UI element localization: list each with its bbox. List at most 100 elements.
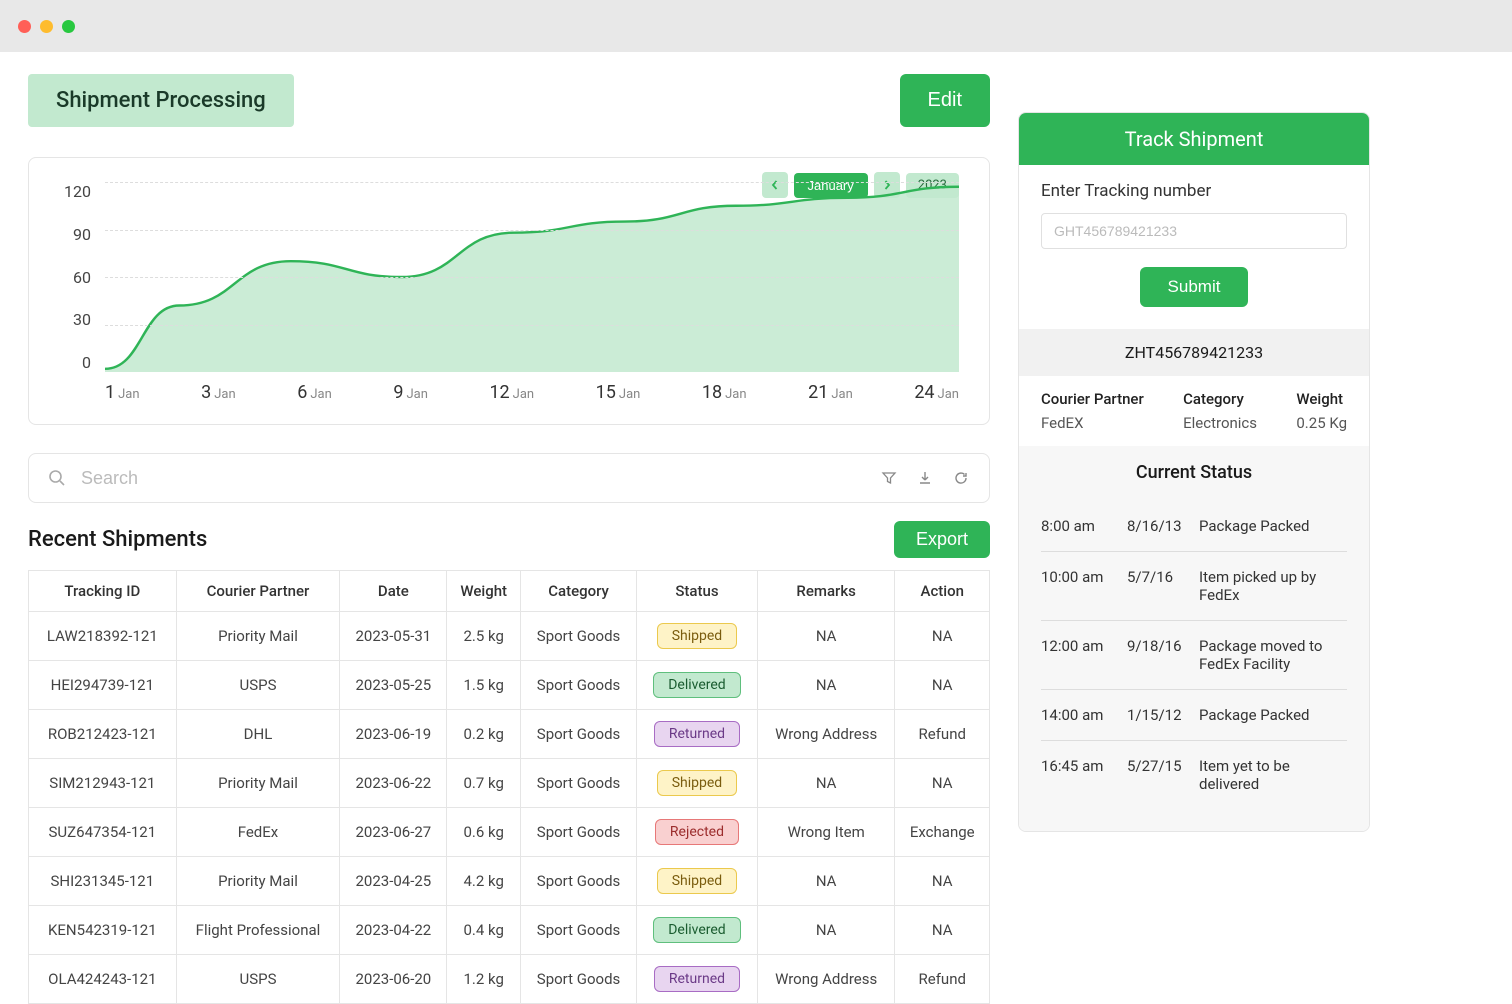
table-cell: 2023-04-22 [340, 906, 447, 955]
table-cell: SHI231345-121 [29, 857, 177, 906]
meta-category-value: Electronics [1183, 414, 1257, 432]
refresh-icon[interactable] [949, 466, 973, 490]
table-cell: LAW218392-121 [29, 612, 177, 661]
table-cell: DHL [176, 710, 340, 759]
status-badge: Returned [654, 966, 740, 992]
table-cell: 0.6 kg [447, 808, 521, 857]
status-row: 14:00 am1/15/12Package Packed [1041, 690, 1347, 741]
download-icon[interactable] [913, 466, 937, 490]
table-cell: SIM212943-121 [29, 759, 177, 808]
table-header-row: Tracking IDCourier PartnerDateWeightCate… [29, 571, 990, 612]
table-cell: Wrong Address [757, 955, 895, 1004]
status-badge: Returned [654, 721, 740, 747]
chart-plot [105, 182, 959, 372]
table-cell: Priority Mail [176, 759, 340, 808]
table-cell: Shipped [637, 759, 758, 808]
status-description: Item picked up by FedEx [1199, 568, 1347, 604]
table-cell: NA [757, 661, 895, 710]
table-cell: Sport Goods [521, 612, 637, 661]
status-time: 12:00 am [1041, 637, 1111, 673]
close-window-icon[interactable] [18, 20, 31, 33]
shipments-chart: 1209060300 1Jan3Jan6Jan9Jan12Jan15Jan18J… [59, 182, 959, 412]
status-badge: Delivered [653, 917, 740, 943]
table-column-header: Status [637, 571, 758, 612]
table-row[interactable]: ROB212423-121DHL2023-06-190.2 kgSport Go… [29, 710, 990, 759]
table-row[interactable]: SHI231345-121Priority Mail2023-04-254.2 … [29, 857, 990, 906]
status-date: 9/18/16 [1127, 637, 1183, 673]
table-row[interactable]: SUZ647354-121FedEx2023-06-270.6 kgSport … [29, 808, 990, 857]
table-row[interactable]: HEI294739-121USPS2023-05-251.5 kgSport G… [29, 661, 990, 710]
status-description: Package Packed [1199, 706, 1347, 724]
search-input[interactable] [81, 468, 865, 489]
table-cell: NA [757, 857, 895, 906]
table-cell: OLA424243-121 [29, 955, 177, 1004]
tracking-number-input[interactable] [1041, 213, 1347, 249]
status-time: 8:00 am [1041, 517, 1111, 535]
table-row[interactable]: LAW218392-121Priority Mail2023-05-312.5 … [29, 612, 990, 661]
table-cell: 2023-04-25 [340, 857, 447, 906]
table-cell: USPS [176, 661, 340, 710]
minimize-window-icon[interactable] [40, 20, 53, 33]
table-cell: Priority Mail [176, 857, 340, 906]
track-shipment-card: Track Shipment Enter Tracking number Sub… [1018, 112, 1370, 832]
table-row[interactable]: OLA424243-121USPS2023-06-201.2 kgSport G… [29, 955, 990, 1004]
status-row: 10:00 am5/7/16Item picked up by FedEx [1041, 552, 1347, 621]
table-cell: NA [757, 612, 895, 661]
status-badge: Shipped [657, 623, 737, 649]
table-cell: Returned [637, 710, 758, 759]
shipments-table: Tracking IDCourier PartnerDateWeightCate… [28, 570, 990, 1004]
table-cell: Sport Goods [521, 857, 637, 906]
table-cell: 2023-06-27 [340, 808, 447, 857]
tracking-number-label: Enter Tracking number [1041, 181, 1347, 201]
chart-x-tick: 24Jan [914, 382, 959, 412]
status-list: 8:00 am8/16/13Package Packed10:00 am5/7/… [1041, 501, 1347, 809]
table-cell: Returned [637, 955, 758, 1004]
maximize-window-icon[interactable] [62, 20, 75, 33]
shipment-meta: Courier Partner FedEX Category Electroni… [1019, 376, 1369, 446]
table-cell: ROB212423-121 [29, 710, 177, 759]
table-cell: Sport Goods [521, 759, 637, 808]
edit-button[interactable]: Edit [900, 74, 990, 127]
chart-x-tick: 6Jan [297, 382, 332, 412]
table-cell: Sport Goods [521, 906, 637, 955]
chart-x-tick: 21Jan [808, 382, 853, 412]
search-icon [45, 466, 69, 490]
table-column-header: Date [340, 571, 447, 612]
chart-x-axis: 1Jan3Jan6Jan9Jan12Jan15Jan18Jan21Jan24Ja… [105, 382, 959, 412]
table-cell: 4.2 kg [447, 857, 521, 906]
table-cell: 2023-06-20 [340, 955, 447, 1004]
status-row: 16:45 am5/27/15Item yet to be delivered [1041, 741, 1347, 809]
table-cell: 1.2 kg [447, 955, 521, 1004]
table-column-header: Courier Partner [176, 571, 340, 612]
submit-button[interactable]: Submit [1140, 267, 1249, 307]
table-cell: Priority Mail [176, 612, 340, 661]
table-row[interactable]: SIM212943-121Priority Mail2023-06-220.7 … [29, 759, 990, 808]
table-cell: Sport Goods [521, 808, 637, 857]
table-cell: Sport Goods [521, 955, 637, 1004]
status-date: 5/27/15 [1127, 757, 1183, 793]
meta-weight-value: 0.25 Kg [1296, 414, 1347, 432]
table-column-header: Remarks [757, 571, 895, 612]
table-cell: Shipped [637, 857, 758, 906]
table-row[interactable]: KEN542319-121Flight Professional2023-04-… [29, 906, 990, 955]
chart-x-tick: 3Jan [201, 382, 236, 412]
filter-icon[interactable] [877, 466, 901, 490]
status-description: Package Packed [1199, 517, 1347, 535]
chart-y-tick: 120 [55, 182, 91, 201]
table-cell: 2023-06-22 [340, 759, 447, 808]
table-cell: NA [895, 661, 990, 710]
table-cell: 2023-05-25 [340, 661, 447, 710]
status-row: 8:00 am8/16/13Package Packed [1041, 501, 1347, 552]
chart-x-tick: 15Jan [596, 382, 641, 412]
table-cell: 0.4 kg [447, 906, 521, 955]
status-badge: Rejected [655, 819, 739, 845]
table-cell: 1.5 kg [447, 661, 521, 710]
chart-y-tick: 0 [55, 353, 91, 372]
chart-y-tick: 90 [55, 225, 91, 244]
shipments-chart-card: January 2023 1209060300 1Jan3Jan6Jan9Jan… [28, 157, 990, 425]
export-button[interactable]: Export [894, 521, 990, 558]
table-cell: FedEx [176, 808, 340, 857]
table-column-header: Tracking ID [29, 571, 177, 612]
chart-x-tick: 9Jan [393, 382, 428, 412]
table-cell: Exchange [895, 808, 990, 857]
